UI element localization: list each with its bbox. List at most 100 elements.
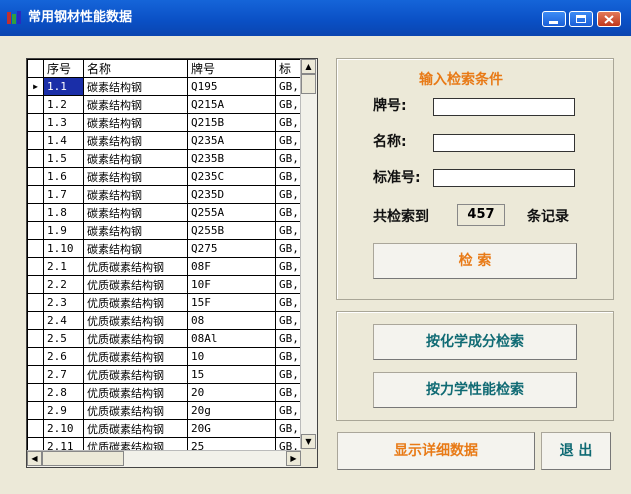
cell-grade[interactable]: Q215B xyxy=(187,113,276,132)
cell-index[interactable]: 1.5 xyxy=(43,149,84,168)
cell-name[interactable]: 碳素结构钢 xyxy=(83,95,188,114)
cell-grade[interactable]: Q235C xyxy=(187,167,276,186)
cell-name[interactable]: 碳素结构钢 xyxy=(83,149,188,168)
chemical-composition-search-button[interactable]: 按化学成分检索 xyxy=(373,324,577,360)
vertical-scroll-thumb[interactable] xyxy=(301,74,316,94)
table-row[interactable]: 1.7 碳素结构钢 Q235D GB, xyxy=(27,185,303,204)
cell-index[interactable]: 1.6 xyxy=(43,167,84,186)
table-row[interactable]: 2.7 优质碳素结构钢 15 GB, xyxy=(27,365,303,384)
cell-name[interactable]: 碳素结构钢 xyxy=(83,167,188,186)
column-header-index[interactable]: 序号 xyxy=(43,59,84,78)
row-indicator[interactable] xyxy=(27,365,44,384)
table-row[interactable]: 2.4 优质碳素结构钢 08 GB, xyxy=(27,311,303,330)
cell-grade[interactable]: 08 xyxy=(187,311,276,330)
cell-index[interactable]: 2.10 xyxy=(43,419,84,438)
cell-index[interactable]: 1.2 xyxy=(43,95,84,114)
cell-grade[interactable]: 08F xyxy=(187,257,276,276)
table-row[interactable]: 2.10 优质碳素结构钢 20G GB, xyxy=(27,419,303,438)
cell-grade[interactable]: Q255B xyxy=(187,221,276,240)
scroll-up-button[interactable]: ▲ xyxy=(301,59,316,74)
table-row[interactable]: 2.2 优质碳素结构钢 10F GB, xyxy=(27,275,303,294)
maximize-button[interactable] xyxy=(569,11,593,27)
cell-index[interactable]: 1.10 xyxy=(43,239,84,258)
search-button[interactable]: 检 索 xyxy=(373,243,577,279)
table-row[interactable]: 2.8 优质碳素结构钢 20 GB, xyxy=(27,383,303,402)
show-detail-button[interactable]: 显示详细数据 xyxy=(337,432,535,470)
current-row-indicator[interactable]: ▶ xyxy=(27,77,44,96)
scroll-left-button[interactable]: ◀ xyxy=(27,451,42,466)
cell-name[interactable]: 碳素结构钢 xyxy=(83,185,188,204)
cell-name[interactable]: 碳素结构钢 xyxy=(83,203,188,222)
cell-name[interactable]: 优质碳素结构钢 xyxy=(83,347,188,366)
table-row[interactable]: 2.3 优质碳素结构钢 15F GB, xyxy=(27,293,303,312)
cell-name[interactable]: 优质碳素结构钢 xyxy=(83,257,188,276)
row-indicator[interactable] xyxy=(27,311,44,330)
cell-index[interactable]: 1.9 xyxy=(43,221,84,240)
cell-standard[interactable]: GB, xyxy=(275,77,303,96)
steel-data-grid[interactable]: 序号 名称 牌号 标 ▶ 1.1 碳素结构钢 Q195 GB, 1.2 碳素结构钢 Q215A… xyxy=(26,58,318,468)
cell-grade[interactable]: Q255A xyxy=(187,203,276,222)
row-indicator[interactable] xyxy=(27,329,44,348)
row-indicator[interactable] xyxy=(27,149,44,168)
cell-standard[interactable]: GB, xyxy=(275,221,303,240)
cell-grade[interactable]: 10F xyxy=(187,275,276,294)
cell-standard[interactable]: GB, xyxy=(275,203,303,222)
exit-button[interactable]: 退 出 xyxy=(541,432,611,470)
scroll-down-button[interactable]: ▼ xyxy=(301,434,316,449)
cell-name[interactable]: 优质碳素结构钢 xyxy=(83,401,188,420)
cell-standard[interactable]: GB, xyxy=(275,293,303,312)
row-indicator[interactable] xyxy=(27,383,44,402)
cell-grade[interactable]: 15F xyxy=(187,293,276,312)
row-indicator[interactable] xyxy=(27,131,44,150)
cell-index[interactable]: 2.3 xyxy=(43,293,84,312)
cell-name[interactable]: 优质碳素结构钢 xyxy=(83,383,188,402)
table-row[interactable]: 1.2 碳素结构钢 Q215A GB, xyxy=(27,95,303,114)
cell-index[interactable]: 2.1 xyxy=(43,257,84,276)
cell-index[interactable]: 1.8 xyxy=(43,203,84,222)
cell-standard[interactable]: GB, xyxy=(275,167,303,186)
cell-name[interactable]: 碳素结构钢 xyxy=(83,113,188,132)
table-row[interactable]: 2.9 优质碳素结构钢 20g GB, xyxy=(27,401,303,420)
cell-grade[interactable]: Q215A xyxy=(187,95,276,114)
grade-input[interactable] xyxy=(433,98,575,116)
cell-standard[interactable]: GB, xyxy=(275,149,303,168)
cell-name[interactable]: 优质碳素结构钢 xyxy=(83,293,188,312)
row-indicator[interactable] xyxy=(27,113,44,132)
table-row[interactable]: 1.9 碳素结构钢 Q255B GB, xyxy=(27,221,303,240)
horizontal-scrollbar[interactable]: ◀ ▶ xyxy=(27,450,301,467)
cell-index[interactable]: 2.2 xyxy=(43,275,84,294)
cell-standard[interactable]: GB, xyxy=(275,275,303,294)
cell-index[interactable]: 1.3 xyxy=(43,113,84,132)
row-indicator[interactable] xyxy=(27,239,44,258)
table-row[interactable]: 1.10 碳素结构钢 Q275 GB, xyxy=(27,239,303,258)
cell-standard[interactable]: GB, xyxy=(275,95,303,114)
column-header-standard[interactable]: 标 xyxy=(275,59,303,78)
cell-standard[interactable]: GB, xyxy=(275,239,303,258)
row-indicator[interactable] xyxy=(27,275,44,294)
cell-standard[interactable]: GB, xyxy=(275,383,303,402)
table-row[interactable]: 1.6 碳素结构钢 Q235C GB, xyxy=(27,167,303,186)
row-indicator[interactable] xyxy=(27,203,44,222)
minimize-button[interactable] xyxy=(542,11,566,27)
cell-grade[interactable]: Q195 xyxy=(187,77,276,96)
cell-standard[interactable]: GB, xyxy=(275,329,303,348)
cell-index[interactable]: 1.7 xyxy=(43,185,84,204)
standard-input[interactable] xyxy=(433,169,575,187)
cell-name[interactable]: 碳素结构钢 xyxy=(83,239,188,258)
cell-grade[interactable]: Q235A xyxy=(187,131,276,150)
cell-standard[interactable]: GB, xyxy=(275,365,303,384)
cell-standard[interactable]: GB, xyxy=(275,113,303,132)
name-input[interactable] xyxy=(433,134,575,152)
cell-grade[interactable]: Q275 xyxy=(187,239,276,258)
cell-name[interactable]: 碳素结构钢 xyxy=(83,221,188,240)
cell-standard[interactable]: GB, xyxy=(275,347,303,366)
row-indicator[interactable] xyxy=(27,221,44,240)
cell-standard[interactable]: GB, xyxy=(275,419,303,438)
row-indicator[interactable] xyxy=(27,419,44,438)
row-indicator[interactable] xyxy=(27,401,44,420)
cell-name[interactable]: 优质碳素结构钢 xyxy=(83,419,188,438)
table-row[interactable]: ▶ 1.1 碳素结构钢 Q195 GB, xyxy=(27,77,303,96)
scroll-right-button[interactable]: ▶ xyxy=(286,451,301,466)
cell-grade[interactable]: 08Al xyxy=(187,329,276,348)
cell-grade[interactable]: Q235D xyxy=(187,185,276,204)
